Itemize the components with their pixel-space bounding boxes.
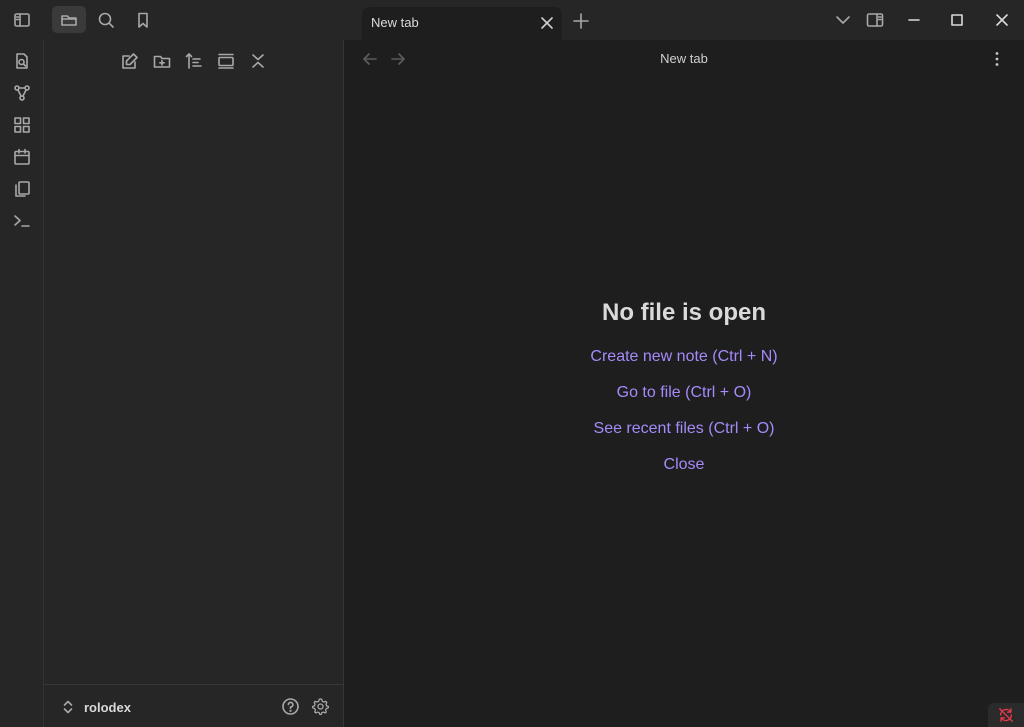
vault-switcher-icon[interactable] [62,699,74,715]
chevron-down-icon[interactable] [834,11,852,29]
see-recent-files-link[interactable]: See recent files (Ctrl + O) [344,419,1024,455]
vault-name[interactable]: rolodex [84,700,131,715]
sync-off-icon [999,708,1013,722]
help-icon[interactable] [281,697,300,716]
close-icon[interactable] [539,15,555,31]
sidebar-right-icon[interactable] [866,11,884,29]
open-quick-switcher-icon[interactable] [13,52,31,70]
main-pane: New tab No file is open Create new note … [344,40,1024,727]
folder-icon [61,14,77,26]
maximize-icon[interactable] [948,11,966,29]
graph-view-icon[interactable] [13,84,31,102]
view-header-title: New tab [660,51,708,66]
sidebar-left-icon [14,12,30,27]
tab-title: New tab [371,15,419,30]
ribbon [0,40,44,727]
empty-state-title: No file is open [601,299,766,326]
command-palette-icon[interactable] [13,212,31,230]
create-new-note-link[interactable]: Create new note (Ctrl + N) [344,347,1024,383]
empty-state: No file is open Create new note (Ctrl + … [344,296,1024,491]
collapse-all-icon[interactable] [249,52,267,70]
more-options-icon[interactable] [990,50,1004,68]
file-explorer-sidebar: rolodex [44,40,344,727]
daily-notes-icon[interactable] [13,148,31,166]
bookmarks-tab-button[interactable] [126,6,160,33]
new-folder-icon[interactable] [153,52,171,70]
toggle-left-sidebar-button[interactable] [5,6,39,33]
search-icon [98,12,114,28]
empty-state-actions: Create new note (Ctrl + N) Go to file (C… [344,347,1024,491]
gear-icon[interactable] [311,697,330,716]
plus-icon[interactable] [572,12,590,30]
canvas-icon[interactable] [13,116,31,134]
sort-icon[interactable] [185,52,203,70]
search-tab-button[interactable] [89,6,123,33]
go-to-file-link[interactable]: Go to file (Ctrl + O) [344,383,1024,419]
close-link[interactable]: Close [344,455,1024,491]
bookmark-icon [138,12,148,28]
auto-reveal-icon[interactable] [217,52,235,70]
templates-icon[interactable] [13,180,31,198]
files-tab-button[interactable] [52,6,86,33]
title-bar: New tab [0,0,1024,40]
window-close-icon[interactable] [993,11,1011,29]
new-note-icon[interactable] [121,52,139,70]
minimize-icon[interactable] [905,11,923,29]
sync-status-button[interactable] [988,703,1024,727]
vault-profile: rolodex [44,684,344,727]
tab-new-tab[interactable]: New tab [362,7,562,40]
